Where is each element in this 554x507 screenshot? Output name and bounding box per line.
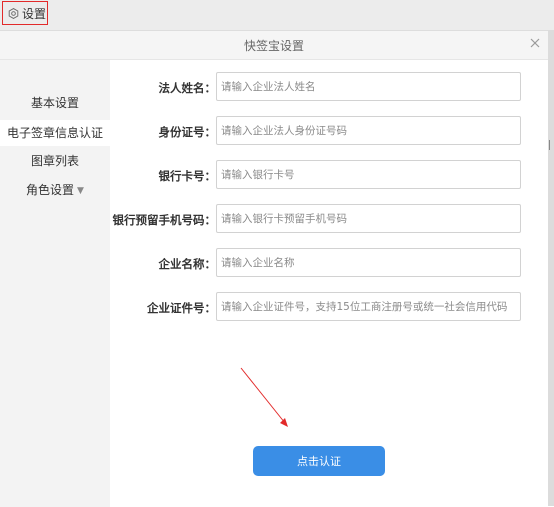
legal-name-label: 法人姓名： (158, 81, 217, 95)
dialog-title: 快签宝设置 (243, 39, 304, 53)
sidebar: 基本设置 电子签章信息认证 图章列表 角色设置 ▼ (0, 60, 110, 507)
form-row-bank-phone: 银行预留手机号码： (110, 204, 548, 235)
company-license-input[interactable] (216, 292, 521, 321)
bank-phone-input[interactable] (216, 204, 521, 233)
dialog-header: 快签宝设置 (0, 31, 548, 60)
company-name-label: 企业名称： (158, 257, 217, 271)
bank-phone-label: 银行预留手机号码： (112, 213, 217, 227)
settings-button[interactable]: 设置 (2, 1, 48, 25)
background-divider (549, 140, 550, 150)
sidebar-item-role-settings[interactable]: 角色设置 ▼ (0, 177, 110, 203)
id-number-label: 身份证号： (158, 125, 217, 139)
close-icon[interactable] (528, 36, 542, 50)
sidebar-item-label: 角色设置 (26, 183, 75, 197)
caret-down-icon: ▼ (77, 185, 84, 196)
sidebar-item-seal-list[interactable]: 图章列表 (0, 148, 110, 174)
top-toolbar: 设置 (0, 0, 554, 30)
company-name-input[interactable] (216, 248, 521, 277)
form-row-id-number: 身份证号： (110, 116, 548, 147)
sidebar-item-label: 图章列表 (30, 154, 79, 168)
settings-dialog: 快签宝设置 基本设置 电子签章信息认证 图章列表 角色设置▼ 法人姓名： 身份证… (0, 30, 548, 507)
form-row-company-license: 企业证件号： (110, 292, 548, 323)
sidebar-item-label: 基本设置 (30, 96, 79, 110)
bank-card-input[interactable] (216, 160, 521, 189)
verify-submit-button[interactable]: 点击认证 (253, 446, 385, 476)
settings-label: 设置 (22, 6, 47, 21)
background-panel-edge (548, 30, 554, 506)
gear-icon (8, 7, 19, 19)
bank-card-label: 银行卡号： (158, 169, 217, 183)
id-number-input[interactable] (216, 116, 521, 145)
form-row-legal-name: 法人姓名： (110, 72, 548, 103)
annotation-arrow-icon (240, 367, 288, 427)
form-row-bank-card: 银行卡号： (110, 160, 548, 191)
sidebar-item-e-signature-verification[interactable]: 电子签章信息认证 (0, 120, 110, 146)
form-row-company-name: 企业名称： (110, 248, 548, 279)
legal-name-input[interactable] (216, 72, 521, 101)
sidebar-item-basic-settings[interactable]: 基本设置 (0, 90, 110, 116)
sidebar-item-label: 电子签章信息认证 (6, 126, 103, 140)
company-license-label: 企业证件号： (147, 301, 216, 315)
